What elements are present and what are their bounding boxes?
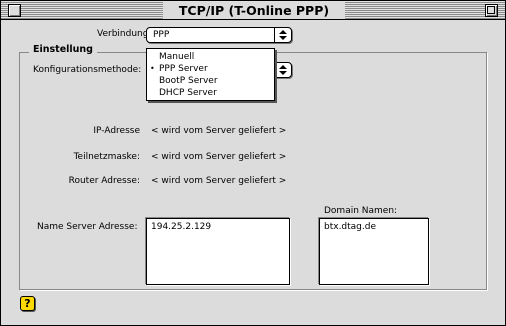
domain-names-value: btx.dtag.de <box>324 222 377 232</box>
check-mark-icon: • <box>150 64 155 73</box>
subnet-mask-label: Teilnetzmaske: <box>73 152 140 162</box>
einstellung-group-title: Einstellung <box>29 44 97 55</box>
name-server-value: 194.25.2.129 <box>151 222 212 232</box>
menu-item-manuell[interactable]: Manuell <box>147 51 274 63</box>
name-server-label: Name Server Adresse: <box>37 222 138 232</box>
menu-item-label: DHCP Server <box>159 88 217 98</box>
popup-arrows-icon <box>274 28 291 42</box>
menu-item-label: Manuell <box>159 52 195 62</box>
domain-names-field[interactable]: btx.dtag.de <box>319 218 429 285</box>
name-server-field[interactable]: 194.25.2.129 <box>146 218 290 285</box>
popup-arrows-icon <box>274 63 291 77</box>
router-address-label: Router Adresse: <box>68 176 140 186</box>
title-bar[interactable]: TCP/IP (T-Online PPP) <box>1 1 505 20</box>
ip-address-value: < wird vom Server geliefert > <box>151 126 287 136</box>
konfigurationsmethode-menu[interactable]: Manuell • PPP Server BootP Server DHCP S… <box>146 48 275 101</box>
help-icon[interactable]: ? <box>20 296 35 311</box>
window-title: TCP/IP (T-Online PPP) <box>163 2 345 19</box>
verbindung-label: Verbindung: <box>97 29 152 39</box>
verbindung-popup[interactable]: PPP <box>146 27 292 43</box>
tcpip-window: TCP/IP (T-Online PPP) Verbindung: PPP Ei… <box>0 0 506 326</box>
menu-item-label: PPP Server <box>159 64 208 74</box>
domain-names-label: Domain Namen: <box>324 206 398 216</box>
menu-item-dhcp-server[interactable]: DHCP Server <box>147 87 274 99</box>
menu-item-ppp-server[interactable]: • PPP Server <box>147 63 274 75</box>
konfigurationsmethode-label: Konfigurationsmethode: <box>33 65 142 75</box>
menu-item-bootp-server[interactable]: BootP Server <box>147 75 274 87</box>
zoom-box-icon[interactable] <box>485 4 498 17</box>
close-box-icon[interactable] <box>8 4 21 17</box>
router-address-value: < wird vom Server geliefert > <box>151 176 287 186</box>
ip-address-label: IP-Adresse <box>93 126 140 136</box>
subnet-mask-value: < wird vom Server geliefert > <box>151 152 287 162</box>
menu-item-label: BootP Server <box>159 76 218 86</box>
verbindung-value: PPP <box>153 30 170 40</box>
